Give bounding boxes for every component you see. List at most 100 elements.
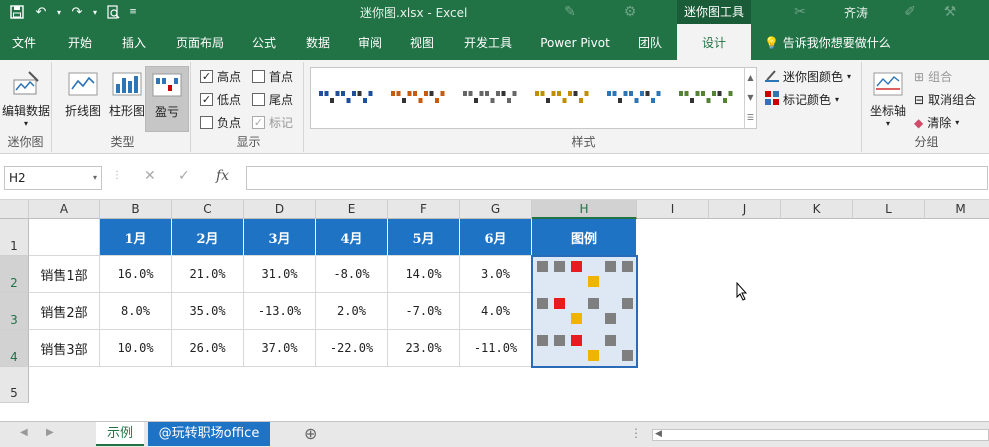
style-swatch[interactable]: [605, 89, 663, 105]
gallery-scrollbar[interactable]: ▲ ▼ ☰: [744, 68, 756, 128]
value-cell[interactable]: 16.0%: [100, 256, 172, 293]
sheet-tab-example[interactable]: 示例: [96, 422, 144, 446]
column-header[interactable]: I: [637, 200, 709, 219]
column-sparkline-button[interactable]: 柱形图: [103, 66, 151, 132]
value-cell[interactable]: 2.0%: [316, 293, 388, 330]
scroll-left-icon[interactable]: ◀: [655, 429, 662, 439]
row-label-cell[interactable]: 销售3部: [29, 330, 100, 367]
value-cell[interactable]: -11.0%: [460, 330, 532, 367]
tab-page-layout[interactable]: 页面布局: [168, 24, 232, 60]
scroll-left-icon[interactable]: ◀: [20, 427, 28, 438]
column-header[interactable]: E: [316, 200, 388, 219]
formula-input[interactable]: [246, 166, 988, 190]
clear-button[interactable]: ◆ 清除 ▾: [914, 114, 959, 131]
fx-icon[interactable]: fx: [216, 168, 229, 184]
select-all-corner[interactable]: [0, 200, 29, 219]
enter-icon[interactable]: ✓: [178, 168, 190, 184]
style-swatch[interactable]: [677, 89, 735, 105]
checkbox-last-point[interactable]: 尾点: [252, 91, 293, 108]
column-header[interactable]: B: [100, 200, 172, 219]
row-header[interactable]: 4: [0, 330, 29, 367]
name-box[interactable]: H2 ▾: [4, 166, 102, 190]
customize-qat-icon[interactable]: ≡: [126, 2, 140, 22]
sparkline-cell[interactable]: [532, 330, 637, 367]
chevron-down-icon[interactable]: ▼: [745, 88, 756, 108]
edit-data-button[interactable]: 编辑数据 ▾: [2, 66, 50, 132]
row-header[interactable]: 5: [0, 367, 29, 403]
tell-me-box[interactable]: 💡 告诉我你想要做什么: [764, 24, 891, 60]
sheet-tab-office[interactable]: @玩转职场office: [148, 422, 270, 446]
ungroup-button[interactable]: ⊟ 取消组合: [914, 91, 976, 108]
tab-formulas[interactable]: 公式: [240, 24, 288, 60]
save-icon[interactable]: [6, 2, 28, 22]
row-header[interactable]: 3: [0, 293, 29, 330]
marker-color-button[interactable]: 标记颜色 ▾: [765, 91, 839, 108]
print-preview-icon[interactable]: [102, 2, 124, 22]
checkbox-negative-point[interactable]: 负点: [200, 114, 241, 131]
tab-file[interactable]: 文件: [0, 24, 48, 60]
redo-icon[interactable]: ↷: [66, 2, 88, 22]
value-cell[interactable]: 35.0%: [172, 293, 244, 330]
chevron-down-icon[interactable]: ▾: [93, 167, 97, 189]
column-header[interactable]: C: [172, 200, 244, 219]
column-header[interactable]: F: [388, 200, 460, 219]
scroll-right-icon[interactable]: ▶: [46, 427, 54, 438]
column-header[interactable]: A: [29, 200, 100, 219]
column-header[interactable]: K: [781, 200, 853, 219]
chevron-up-icon[interactable]: ▲: [745, 68, 756, 88]
sparkline-color-button[interactable]: 迷你图颜色 ▾: [765, 68, 851, 85]
winloss-sparkline-button[interactable]: 盈亏: [145, 66, 189, 132]
value-cell[interactable]: 8.0%: [100, 293, 172, 330]
tab-home[interactable]: 开始: [56, 24, 104, 60]
style-swatch[interactable]: [533, 89, 591, 105]
tab-power-pivot[interactable]: Power Pivot: [532, 24, 618, 60]
column-header[interactable]: L: [853, 200, 925, 219]
user-name[interactable]: 齐涛: [844, 4, 868, 21]
sparkline-cell[interactable]: [532, 293, 637, 330]
table-header-cell[interactable]: 1月: [100, 219, 172, 256]
checkbox-low-point[interactable]: ✓ 低点: [200, 91, 241, 108]
horizontal-scrollbar[interactable]: ◀: [652, 429, 989, 441]
undo-icon[interactable]: ↶: [30, 2, 52, 22]
tab-review[interactable]: 审阅: [346, 24, 394, 60]
style-swatch[interactable]: [461, 89, 519, 105]
value-cell[interactable]: -7.0%: [388, 293, 460, 330]
row-header[interactable]: 1: [0, 219, 29, 256]
value-cell[interactable]: 23.0%: [388, 330, 460, 367]
value-cell[interactable]: 14.0%: [388, 256, 460, 293]
value-cell[interactable]: -13.0%: [244, 293, 316, 330]
table-header-cell[interactable]: 4月: [316, 219, 388, 256]
row-label-cell[interactable]: 销售2部: [29, 293, 100, 330]
style-swatch[interactable]: [389, 89, 447, 105]
value-cell[interactable]: 3.0%: [460, 256, 532, 293]
column-header[interactable]: D: [244, 200, 316, 219]
value-cell[interactable]: 26.0%: [172, 330, 244, 367]
more-icon[interactable]: ☰: [745, 108, 756, 128]
table-header-cell[interactable]: 5月: [388, 219, 460, 256]
value-cell[interactable]: -8.0%: [316, 256, 388, 293]
tab-data[interactable]: 数据: [294, 24, 342, 60]
value-cell[interactable]: 10.0%: [100, 330, 172, 367]
value-cell[interactable]: 31.0%: [244, 256, 316, 293]
column-header[interactable]: H: [532, 200, 637, 219]
line-sparkline-button[interactable]: 折线图: [59, 66, 107, 132]
sparkline-cell[interactable]: [532, 256, 637, 293]
style-gallery[interactable]: ▲ ▼ ☰: [310, 67, 757, 129]
column-header[interactable]: G: [460, 200, 532, 219]
table-header-cell[interactable]: 6月: [460, 219, 532, 256]
value-cell[interactable]: 37.0%: [244, 330, 316, 367]
axis-button[interactable]: 坐标轴 ▾: [866, 66, 910, 132]
undo-dropdown-icon[interactable]: ▾: [54, 2, 64, 22]
tab-design[interactable]: 设计: [677, 24, 751, 60]
checkbox-first-point[interactable]: 首点: [252, 68, 293, 85]
table-header-cell[interactable]: 3月: [244, 219, 316, 256]
column-header[interactable]: M: [925, 200, 989, 219]
value-cell[interactable]: 4.0%: [460, 293, 532, 330]
cell[interactable]: [29, 219, 100, 256]
checkbox-high-point[interactable]: ✓ 高点: [200, 68, 241, 85]
column-header[interactable]: J: [709, 200, 781, 219]
tab-insert[interactable]: 插入: [110, 24, 158, 60]
style-swatch[interactable]: [317, 89, 375, 105]
tab-view[interactable]: 视图: [398, 24, 446, 60]
value-cell[interactable]: -22.0%: [316, 330, 388, 367]
